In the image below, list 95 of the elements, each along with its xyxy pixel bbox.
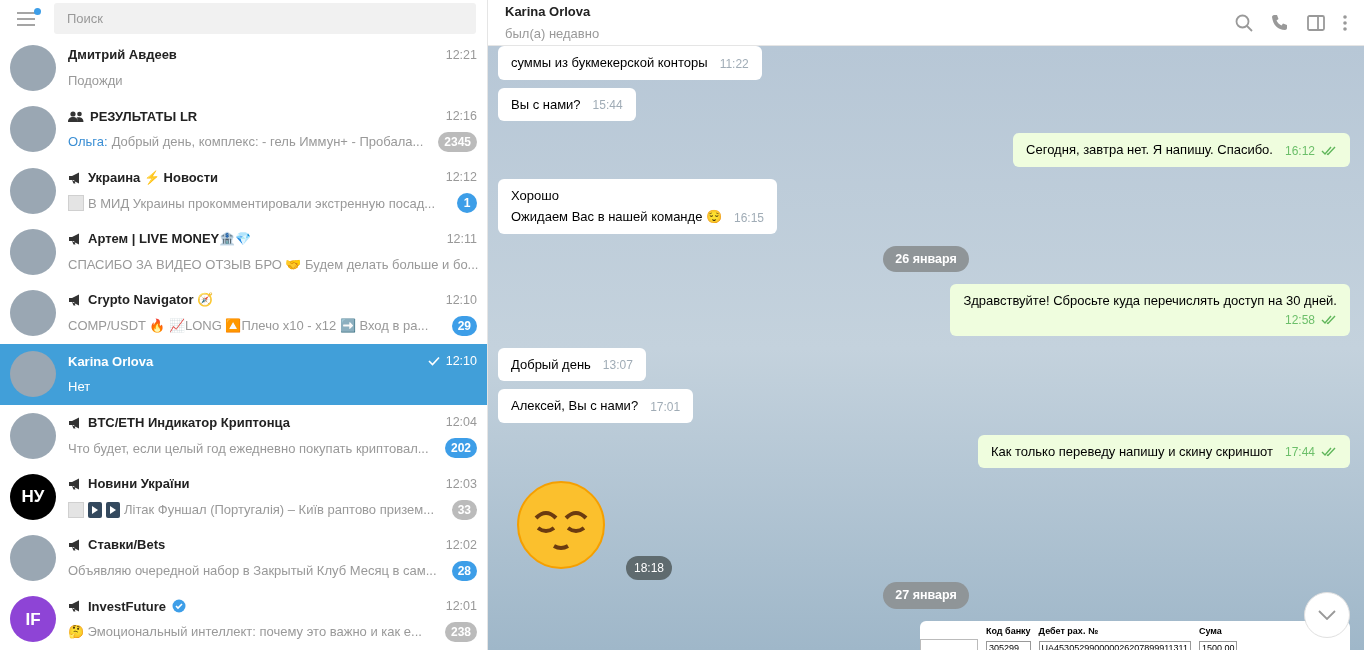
unread-count: 33: [451, 499, 477, 520]
chat-time: 12:12: [445, 169, 477, 187]
message-text: Добрый день: [511, 355, 591, 374]
chat-time: 12:11: [446, 230, 477, 248]
message-preview: COMP/USDT 🔥 📈LONG 🔼Плечо x10 - x12 ➡ Вход в ра...: [68, 317, 429, 336]
avatar-photo-placeholder: [10, 412, 56, 459]
message-text: суммы из букмекерской конторы: [511, 54, 708, 72]
unread-count: 28: [451, 560, 477, 581]
form-field: [920, 639, 978, 650]
chat-name: Crypto Navigator 🧭: [88, 291, 214, 310]
chat-time: 12:21: [445, 46, 477, 64]
message-time: 16:12: [1284, 142, 1315, 160]
message-text: Хорошо: [511, 186, 560, 205]
message-time: 17:44: [1284, 444, 1315, 462]
chat-name: РЕЗУЛЬТАТЫ LR: [90, 107, 198, 126]
message-time: 13:07: [602, 357, 633, 375]
megaphone-icon: [68, 600, 82, 613]
date-pill: 27 января: [883, 582, 969, 609]
avatar-photo-placeholder: [10, 290, 56, 337]
people-icon: [68, 110, 84, 122]
chat-name: InvestFuture: [88, 597, 166, 616]
megaphone-icon: [68, 232, 82, 245]
chat-name: Артем | LIVE MONEY🏦💎: [88, 230, 252, 249]
phone-icon[interactable]: [1271, 13, 1289, 32]
avatar: IF: [10, 596, 56, 643]
search-icon[interactable]: [1235, 13, 1253, 32]
megaphone-icon: [68, 477, 82, 490]
document-thumbnail: [68, 501, 84, 518]
chevron-down-icon: [1318, 610, 1336, 620]
message-time: 12:58: [1284, 311, 1315, 329]
form-label: Сума: [1198, 625, 1223, 638]
chat-time: 12:02: [445, 536, 477, 554]
message-time: 18:18: [626, 556, 673, 581]
more-options-icon[interactable]: [1343, 14, 1347, 31]
message-text: Вы с нами?: [511, 95, 581, 114]
message-time: 15:44: [592, 97, 623, 114]
form-label: Дебет рах. №: [1038, 625, 1099, 638]
message-preview: 🤔 Эмоциональный интеллект: почему это важно и как е...: [68, 623, 422, 642]
megaphone-icon: [68, 416, 82, 429]
chat-time: 12:04: [445, 414, 477, 432]
megaphone-icon: [68, 539, 82, 552]
avatar-photo-placeholder: [10, 45, 56, 92]
message-preview: В МИД Украины прокомментировали экстренную посад...: [88, 194, 436, 213]
message-preview: Літак Фуншал (Португалія) – Київ раптово призем...: [124, 500, 435, 519]
form-value: 305299: [986, 640, 1031, 650]
chat-time: 12:03: [445, 475, 477, 493]
avatar-photo-placeholder: [10, 228, 56, 275]
chat-name: Новини України: [88, 475, 190, 494]
chat-time: 12:10: [445, 353, 477, 371]
avatar: НУ: [10, 473, 56, 520]
video-thumbnail: [88, 501, 102, 518]
search-field[interactable]: Поиск: [54, 3, 476, 35]
unread-count: 1: [457, 193, 477, 214]
message-preview: Добрый день, комплекс: - гель Иммун+ - Пробала...: [111, 133, 424, 152]
avatar-photo-placeholder: [10, 106, 56, 153]
chat-name: Украина ⚡ Новости: [88, 168, 219, 187]
chat-title: Karina Orlova: [505, 3, 592, 21]
unread-count: 238: [444, 622, 477, 643]
avatar-photo-placeholder: [10, 351, 56, 398]
message-preview: Подожди: [68, 72, 123, 91]
megaphone-icon: [68, 171, 82, 184]
sidebar-toggle-icon[interactable]: [1307, 14, 1325, 31]
date-pill: 26 января: [883, 245, 969, 273]
form-value: UA453052990000026207899911311: [1038, 640, 1191, 650]
unread-count: 202: [444, 438, 477, 459]
message-text: Здравствуйте! Сбросьте куда перечислять доступ на 30 дней.: [963, 292, 1337, 311]
chat-name: Дмитрий Авдеев: [68, 46, 177, 65]
message-text: Алексей, Вы с нами?: [511, 397, 639, 416]
message-time: 11:22: [719, 55, 749, 73]
chat-status: был(а) недавно: [505, 24, 601, 43]
document-thumbnail: [68, 195, 84, 212]
message-text: Сегодня, завтра нет. Я напишу. Спасибо.: [1026, 141, 1273, 159]
message-text: Как только переведу напишу и скину скриншот: [990, 442, 1273, 461]
message-time: 17:01: [650, 398, 681, 416]
form-label: Код банку: [986, 625, 1031, 638]
chat-time: 12:10: [445, 291, 477, 309]
chat-time: 12:16: [445, 108, 477, 126]
message-preview: Что будет, если целый год ежедневно покупать криптовал...: [68, 439, 429, 458]
avatar-photo-placeholder: [10, 167, 56, 214]
message-time: 16:15: [734, 209, 764, 227]
message-text: Ожидаем Вас в нашей команде 😌: [511, 208, 722, 226]
message-preview: Объявляю очередной набор в Закрытый Клуб Месяц в сам...: [68, 562, 437, 581]
chat-name: BTC/ETH Индикатор Криптонца: [88, 413, 290, 432]
message-preview: Нет: [68, 378, 91, 397]
unread-count: 2345: [438, 132, 477, 153]
form-value: 1500.00: [1198, 640, 1238, 650]
megaphone-icon: [68, 294, 82, 307]
message-preview: СПАСИБО ЗА ВИДЕО ОТЗЫВ БРО 🤝 Будем делать больше и бо...: [68, 255, 479, 274]
chat-time: 12:01: [445, 598, 477, 616]
chat-name: Ставки/Bets: [88, 536, 166, 555]
unread-count: 29: [451, 315, 477, 336]
chat-name: Karina Orlova: [68, 352, 154, 371]
video-thumbnail: [106, 501, 120, 518]
sender-name: Ольга:: [68, 133, 108, 152]
avatar-photo-placeholder: [10, 535, 56, 582]
